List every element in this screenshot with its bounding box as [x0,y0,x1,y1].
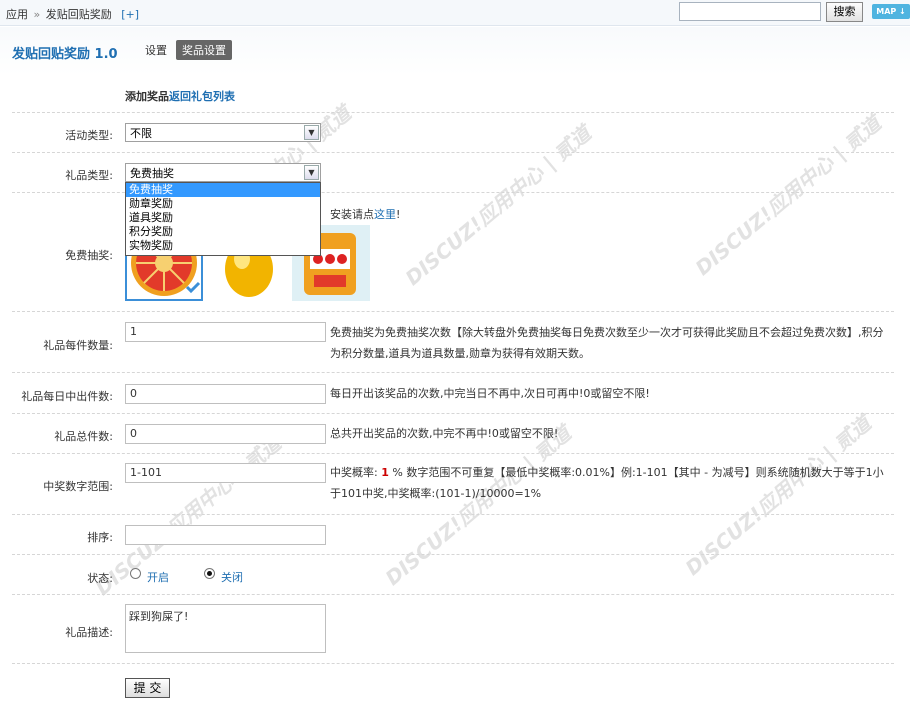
breadcrumb-root[interactable]: 应用 [6,8,28,21]
divider [12,594,894,595]
gift-type-dropdown: 免费抽奖 勋章奖励 道具奖励 积分奖励 实物奖励 [125,182,321,256]
back-to-list-link[interactable]: 返回礼包列表 [169,90,235,103]
divider [12,554,894,555]
status-label: 状态: [87,572,113,585]
divider [12,311,894,312]
daily-count-input[interactable]: 0 [125,384,326,404]
free-draw-label: 免费抽奖: [65,249,113,262]
description-label: 礼品描述: [65,626,113,639]
form-heading: 添加奖品返回礼包列表 [125,90,235,103]
range-tip: 中奖概率: 1 % 数字范围不可重复【最低中奖概率:0.01%】例:1-101【… [330,466,884,500]
plugin-title: 发贴回贴奖励 1.0 [12,47,118,62]
top-bar: 应用 » 发贴回贴奖励 [+] 搜索 MAP ↓ [0,0,910,26]
breadcrumb: 应用 » 发贴回贴奖励 [+] [6,6,139,22]
divider [12,413,894,414]
status-off-radio[interactable] [204,568,215,579]
install-tip: 安装请点这里! [330,208,401,221]
add-shortcut-link[interactable]: [+] [121,8,139,21]
activity-type-select[interactable]: 不限 ▼ [125,123,321,142]
gift-type-option[interactable]: 免费抽奖 [126,183,320,197]
total-count-tip: 总共开出奖品的次数,中完不再中!0或留空不限! [330,427,559,440]
total-count-label: 礼品总件数: [54,430,113,443]
daily-count-label: 礼品每日中出件数: [21,390,113,403]
chevron-down-icon: ▼ [304,125,319,140]
watermark: DISCUZ!应用中心 | 贰道 [400,121,596,291]
divider [12,663,894,664]
activity-type-label: 活动类型: [65,129,113,142]
range-input[interactable]: 1-101 [125,463,326,483]
divider [12,152,894,153]
per-count-tip: 免费抽奖为免费抽奖次数【除大转盘外免费抽奖每日免费次数至少一次才可获得此奖励且不… [330,326,884,360]
divider [12,453,894,454]
range-label: 中奖数字范围: [43,480,113,493]
install-link[interactable]: 这里 [374,208,396,221]
watermark: DISCUZ!应用中心 | 贰道 [380,421,576,591]
status-off-label[interactable]: 关闭 [221,569,243,585]
per-count-label: 礼品每件数量: [43,339,113,352]
win-rate-value: 1 [381,466,389,479]
total-count-input[interactable]: 0 [125,424,326,444]
plugin-header: 发贴回贴奖励 1.0 设置 奖品设置 [0,27,910,75]
gift-type-option[interactable]: 实物奖励 [126,239,320,253]
submit-button[interactable]: 提 交 [125,678,170,698]
search-input[interactable] [679,2,821,21]
gift-type-label: 礼品类型: [65,169,113,182]
status-on-radio[interactable] [130,568,141,579]
order-label: 排序: [87,531,113,544]
chevron-down-icon: ▼ [304,165,319,180]
gift-type-option[interactable]: 积分奖励 [126,225,320,239]
gift-type-option[interactable]: 勋章奖励 [126,197,320,211]
divider [12,372,894,373]
search-button[interactable]: 搜索 [826,2,863,22]
breadcrumb-separator: » [33,8,41,21]
divider [12,514,894,515]
tab-settings[interactable]: 设置 [145,42,167,58]
per-count-input[interactable]: 1 [125,322,326,342]
map-button[interactable]: MAP ↓ [872,4,910,19]
breadcrumb-current[interactable]: 发贴回贴奖励 [46,8,112,21]
description-textarea[interactable]: 踩到狗屎了! [125,604,326,653]
order-input[interactable] [125,525,326,545]
gift-type-option[interactable]: 道具奖励 [126,211,320,225]
status-on-label[interactable]: 开启 [147,569,169,585]
watermark: DISCUZ!应用中心 | 贰道 [690,111,886,281]
daily-count-tip: 每日开出该奖品的次数,中完当日不再中,次日可再中!0或留空不限! [330,387,650,400]
gift-type-select[interactable]: 免费抽奖 ▼ [125,163,321,182]
divider [12,112,894,113]
tab-prize-settings[interactable]: 奖品设置 [176,40,232,60]
